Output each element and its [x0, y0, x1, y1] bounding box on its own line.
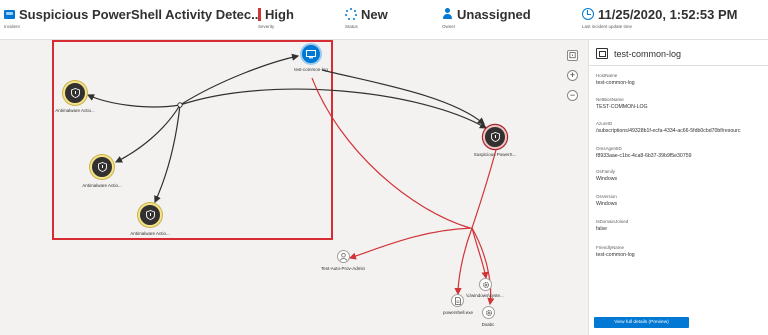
account-node[interactable] — [337, 250, 350, 263]
status-spinner-icon — [345, 8, 357, 20]
edge-suspicious-junction — [471, 149, 497, 229]
clock-icon — [582, 8, 594, 20]
severity-group: High Severity — [258, 6, 294, 29]
edge-hub-suspicious — [179, 88, 488, 129]
edge-hub-alert-2 — [114, 104, 181, 163]
field-label: NetBiosName — [596, 97, 624, 102]
owner-label: Owner — [442, 24, 456, 29]
suspicious-alert-label: Suspicious PowerS... — [473, 152, 517, 157]
edge-hub — [177, 102, 183, 108]
computer-icon — [306, 49, 316, 58]
edge-host-junction — [311, 77, 471, 229]
field-label: AzureID — [596, 121, 613, 126]
field-value: /subscriptions/49328b1f-ecfa-4334-ac66-5… — [596, 128, 741, 134]
field-label: OsVersion — [596, 194, 617, 199]
gear-icon — [482, 281, 489, 288]
field-value: test-common-log — [596, 80, 635, 86]
suspicious-alert-node[interactable] — [483, 125, 507, 149]
computer-icon — [596, 48, 608, 59]
gear-icon — [485, 309, 492, 316]
edge-junction-file — [454, 227, 473, 296]
alert-node-3[interactable] — [138, 203, 162, 227]
panel-title-group: test-common-log — [596, 48, 681, 59]
file-node-label: powershell.exe — [442, 310, 474, 315]
updated-value: 11/25/2020, 1:52:53 PM — [598, 6, 738, 22]
panel-title: test-common-log — [614, 48, 682, 59]
panel-divider — [589, 65, 768, 66]
field-label: FriendlyName — [596, 245, 625, 250]
owner-group[interactable]: Unassigned Owner — [442, 6, 531, 30]
field-isdomainjoined: IsDomainJoined false — [596, 219, 766, 232]
process-node-1[interactable] — [479, 278, 492, 291]
incident-label: Incident — [4, 24, 20, 29]
user-icon — [442, 8, 453, 20]
field-value: Windows — [596, 201, 618, 207]
field-friendlyname: FriendlyName test-common-log — [596, 245, 766, 258]
account-node-label: Test-Auto-Prov-Admin — [320, 266, 366, 271]
alert-node-1-label: Antimalware Actio... — [55, 108, 95, 113]
shield-icon — [70, 88, 80, 98]
field-label: HostName — [596, 73, 618, 78]
view-full-details-button[interactable]: View full details (Preview) — [594, 317, 689, 328]
status-label: Status — [345, 24, 358, 29]
incident-header: Suspicious PowerShell Activity Detec... … — [0, 0, 768, 40]
file-icon — [454, 296, 461, 305]
edge-junction-account — [348, 227, 473, 260]
process-node-2-label: Dsabc — [481, 322, 495, 327]
alert-node-2-label: Antimalware Actio... — [82, 183, 122, 188]
status-group: New Status — [345, 6, 388, 29]
edge-hub-alert-1 — [86, 94, 181, 108]
incident-title: Suspicious PowerShell Activity Detec... — [19, 6, 262, 22]
field-hostname: HostName test-common-log — [596, 73, 766, 86]
field-label: IsDomainJoined — [596, 219, 629, 224]
edge-hub-alert-3 — [154, 104, 181, 204]
host-node[interactable] — [300, 43, 322, 65]
shield-icon — [97, 162, 107, 172]
person-icon — [340, 252, 347, 261]
severity-label: Severity — [258, 24, 275, 29]
fit-to-screen-button[interactable]: ⊡ — [567, 50, 578, 61]
owner-value[interactable]: Unassigned — [457, 7, 531, 22]
field-netbiosname: NetBiosName TEST-COMMON-LOG — [596, 97, 766, 110]
entity-details-panel: test-common-log HostName test-common-log… — [588, 40, 768, 335]
field-omsagentid: OmsAgentID f8933aae-c1bc-4ca8-6b37-39b9f… — [596, 146, 766, 159]
severity-bar-icon — [258, 7, 261, 21]
alert-node-3-label: Antimalware Actio... — [130, 231, 170, 236]
shield-icon — [490, 132, 500, 142]
field-label: OsFamily — [596, 169, 615, 174]
field-value: test-common-log — [596, 252, 635, 258]
field-value: TEST-COMMON-LOG — [596, 104, 648, 110]
updated-label: Last incident update time — [582, 24, 633, 29]
alert-node-1[interactable] — [63, 81, 87, 105]
file-node[interactable] — [451, 294, 464, 307]
host-node-label: test-common-log — [294, 67, 328, 72]
field-value: Windows — [596, 176, 618, 182]
investigation-graph-canvas[interactable]: test-common-log Antimalware Actio... Ant… — [0, 40, 588, 335]
incident-icon — [4, 9, 15, 19]
process-node-2[interactable] — [482, 306, 495, 319]
field-value: false — [596, 226, 607, 232]
status-value: New — [361, 6, 388, 22]
zoom-in-button[interactable]: + — [567, 70, 578, 81]
zoom-out-button[interactable]: − — [567, 90, 578, 101]
field-osversion: OsVersion Windows — [596, 194, 766, 207]
severity-value: High — [265, 6, 294, 22]
process-node-1-label: \c\windows\syste... — [466, 293, 504, 298]
edge-hub-host — [179, 53, 300, 106]
field-azureid: AzureID /subscriptions/49328b1f-ecfa-433… — [596, 121, 766, 134]
shield-icon — [145, 210, 155, 220]
field-label: OmsAgentID — [596, 146, 622, 151]
alert-node-2[interactable] — [90, 155, 114, 179]
updated-group: 11/25/2020, 1:52:53 PM Last incident upd… — [582, 6, 738, 29]
field-value: f8933aae-c1bc-4ca8-6b37-39b9f5e30759 — [596, 153, 692, 159]
field-osfamily: OsFamily Windows — [596, 169, 766, 182]
incident-title-group: Suspicious PowerShell Activity Detec... … — [4, 6, 262, 29]
